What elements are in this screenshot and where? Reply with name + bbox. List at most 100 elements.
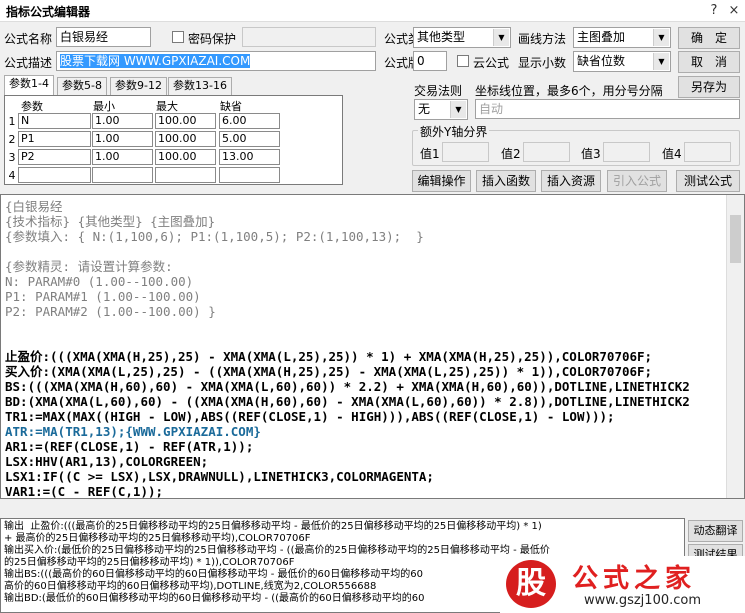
coord-label: 坐标线位置，最多6个，用分号分隔 — [475, 84, 663, 98]
param-row-num: 1 — [8, 115, 16, 128]
cancel-button[interactable]: 取 消 — [678, 51, 740, 73]
insert-function-button[interactable]: 插入函数 — [476, 170, 536, 192]
code-line: LSX1:IF((C >= LSX),LSX,DRAWNULL),LINETHI… — [5, 469, 434, 484]
formula-name-label: 公式名称 — [4, 32, 53, 46]
chevron-down-icon: ▼ — [493, 29, 509, 46]
param-grid: 参数 最小 最大 缺省 1 N 1.00 100.00 6.00 2 P1 1.… — [4, 95, 343, 185]
param-header-default: 缺省 — [220, 100, 242, 113]
draw-method-label: 画线方法 — [518, 32, 567, 46]
yaxis-input-1[interactable] — [442, 142, 489, 162]
code-line: P1: PARAM#1 (1.00--100.00) — [5, 289, 201, 304]
code-line: P2: PARAM#2 (1.00--100.00) } — [5, 304, 216, 319]
code-line: N: PARAM#0 (1.00--100.00) — [5, 274, 194, 289]
decimals-select[interactable]: 缺省位数 ▼ — [573, 51, 671, 72]
chevron-down-icon: ▼ — [653, 53, 669, 70]
tab-params-5-8[interactable]: 参数5-8 — [57, 77, 107, 95]
param-default-cell[interactable]: 6.00 — [219, 113, 280, 129]
type-value: 其他类型 — [417, 30, 466, 44]
yaxis-input-2[interactable] — [523, 142, 570, 162]
param-max-cell[interactable] — [155, 167, 216, 183]
help-button[interactable]: ? — [704, 2, 724, 20]
ok-button[interactable]: 确 定 — [678, 27, 740, 49]
param-min-cell[interactable]: 1.00 — [92, 149, 153, 165]
formula-desc-input[interactable]: 股票下载网 WWW.GPXIAZAI.COM — [56, 51, 376, 71]
formula-desc-label: 公式描述 — [4, 56, 53, 70]
close-button[interactable]: × — [724, 2, 744, 20]
draw-method-value: 主图叠加 — [577, 30, 626, 44]
param-name-cell[interactable]: N — [18, 113, 91, 129]
output-line: 的25日偏移移动平均的25日偏移移动平均) * 1)),COLOR70706F — [4, 557, 295, 568]
chevron-down-icon: ▼ — [450, 101, 466, 118]
param-name-cell[interactable] — [18, 167, 91, 183]
tab-params-13-16[interactable]: 参数13-16 — [168, 77, 232, 95]
password-checkbox[interactable] — [172, 31, 184, 43]
scrollbar-thumb[interactable] — [730, 215, 741, 263]
param-default-cell[interactable]: 5.00 — [219, 131, 280, 147]
code-line: {技术指标} {其他类型} {主图叠加} — [5, 214, 216, 229]
code-line: BS:(((XMA(XMA(H,60),60) - XMA(XMA(L,60),… — [5, 379, 690, 394]
code-line: BD:(XMA(XMA(L,60),60) - ((XMA(XMA(H,60),… — [5, 394, 690, 409]
param-default-cell[interactable]: 13.00 — [219, 149, 280, 165]
trade-rule-label: 交易法则 — [414, 84, 463, 98]
param-default-cell[interactable] — [219, 167, 280, 183]
cloud-label: 云公式 — [473, 56, 510, 70]
title-bar: 指标公式编辑器 ? × — [0, 0, 745, 22]
formula-name-input[interactable]: 白银易经 — [56, 27, 151, 47]
insert-resource-button[interactable]: 插入资源 — [541, 170, 601, 192]
output-line: 输出买入价:(最低价的25日偏移移动平均的25日偏移移动平均 - ((最高价的2… — [4, 545, 550, 556]
param-min-cell[interactable]: 1.00 — [92, 131, 153, 147]
import-formula-button[interactable]: 引入公式 — [607, 170, 667, 192]
type-select[interactable]: 其他类型 ▼ — [413, 27, 511, 48]
site-watermark: 股 公式之家 www.gszj100.com — [500, 556, 745, 613]
password-input[interactable] — [242, 27, 376, 47]
output-line: 输出 止盈价:(((最高价的25日偏移移动平均的25日偏移移动平均 - 最低价的… — [4, 521, 542, 532]
edit-ops-button[interactable]: 编辑操作 — [412, 170, 471, 192]
test-formula-button[interactable]: 测试公式 — [676, 170, 740, 192]
param-header-min: 最小 — [93, 100, 115, 113]
coord-input[interactable]: 自动 — [475, 99, 740, 119]
watermark-url: www.gszj100.com — [584, 593, 702, 608]
yaxis-group-label: 额外Y轴分界 — [418, 123, 490, 140]
dynamic-translate-button[interactable]: 动态翻译 — [688, 520, 743, 542]
param-header-max: 最大 — [156, 100, 178, 113]
code-line: {白银易经 — [5, 199, 63, 214]
tab-params-9-12[interactable]: 参数9-12 — [110, 77, 167, 95]
cloud-checkbox[interactable] — [457, 55, 469, 67]
code-line: ATR:=MA(TR1,13);{WWW.GPXIAZAI.COM} — [5, 424, 261, 439]
formula-desc-text: 股票下载网 WWW.GPXIAZAI.COM — [60, 54, 251, 68]
decimals-label: 显示小数 — [518, 56, 567, 70]
param-max-cell[interactable]: 100.00 — [155, 113, 216, 129]
code-line: VAR1:=(C - REF(C,1)); — [5, 484, 164, 499]
yaxis-label-2: 值2 — [501, 147, 521, 161]
code-line: TR1:=MAX(MAX((HIGH - LOW),ABS((REF(CLOSE… — [5, 409, 615, 424]
editor-scrollbar[interactable] — [726, 195, 744, 498]
chevron-down-icon: ▼ — [653, 29, 669, 46]
param-min-cell[interactable]: 1.00 — [92, 113, 153, 129]
param-max-cell[interactable]: 100.00 — [155, 131, 216, 147]
trade-rule-value: 无 — [418, 102, 431, 116]
param-name-cell[interactable]: P2 — [18, 149, 91, 165]
param-row-num: 2 — [8, 133, 16, 146]
code-line: 买入价:(XMA(XMA(L,25),25) - ((XMA(XMA(H,25)… — [5, 364, 653, 379]
tab-params-1-4[interactable]: 参数1-4 — [4, 75, 54, 95]
save-as-button[interactable]: 另存为 — [678, 76, 740, 98]
yaxis-input-3[interactable] — [603, 142, 650, 162]
version-input[interactable]: 0 — [413, 51, 447, 71]
param-max-cell[interactable]: 100.00 — [155, 149, 216, 165]
output-line: 输出BD:(最低价的60日偏移移动平均的60日偏移移动平均 - ((最高价的60… — [4, 593, 425, 604]
param-name-cell[interactable]: P1 — [18, 131, 91, 147]
yaxis-input-4[interactable] — [684, 142, 731, 162]
param-header-name: 参数 — [21, 100, 43, 113]
output-line: 高价的60日偏移移动平均的60日偏移移动平均),DOTLINE,线宽为2,COL… — [4, 581, 377, 592]
yaxis-label-1: 值1 — [420, 147, 440, 161]
draw-method-select[interactable]: 主图叠加 ▼ — [573, 27, 671, 48]
param-row-num: 3 — [8, 151, 16, 164]
output-line: + 最高价的25日偏移移动平均的25日偏移移动平均),COLOR70706F — [4, 533, 311, 544]
window-title: 指标公式编辑器 — [6, 5, 91, 19]
decimals-value: 缺省位数 — [577, 54, 626, 68]
code-line: {参数精灵: 请设置计算参数: — [5, 259, 173, 274]
code-editor[interactable]: {白银易经 {技术指标} {其他类型} {主图叠加} {参数填入: { N:(1… — [0, 194, 745, 499]
code-line: AR1:=(REF(CLOSE,1) - REF(ATR,1)); — [5, 439, 254, 454]
trade-rule-select[interactable]: 无 ▼ — [414, 99, 468, 120]
param-min-cell[interactable] — [92, 167, 153, 183]
